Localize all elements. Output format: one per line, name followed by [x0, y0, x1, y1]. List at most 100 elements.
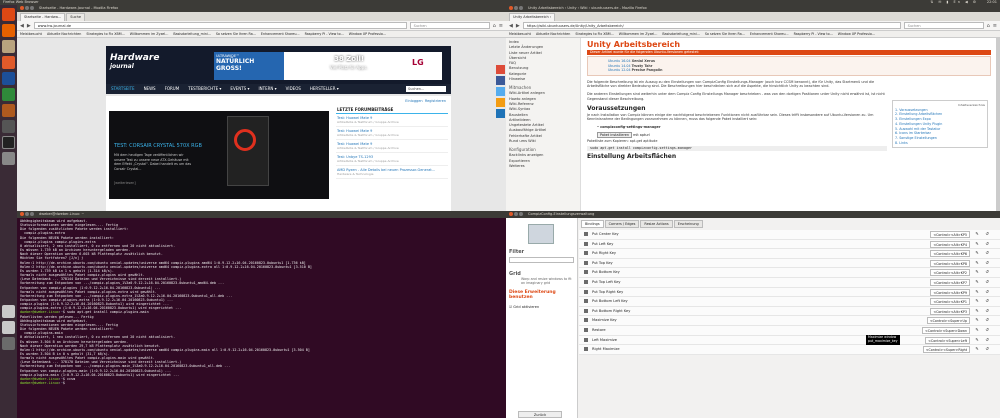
edit-icon[interactable]: ✎ — [974, 289, 980, 296]
edit-icon[interactable]: ✎ — [974, 241, 980, 248]
login-link[interactable]: Einloggen — [405, 99, 422, 103]
reset-icon[interactable]: ↺ — [984, 250, 990, 257]
keybinding-value-button[interactable]: <Control><Alt>KP6 — [930, 250, 970, 258]
bookmark-item[interactable]: Window XP Professio... — [349, 31, 386, 37]
libreoffice-calc-icon[interactable] — [2, 88, 15, 101]
keybinding-row[interactable]: Maximize Key <Control><Super>Up ✎ ↺ — [579, 316, 1000, 326]
install-package-button[interactable]: Paket installieren — [597, 131, 633, 138]
bookmark-item[interactable]: So setzen Sie Ihren Ra... — [216, 31, 256, 37]
bookmark-item[interactable]: Aktuelle Nachrichten — [536, 31, 570, 37]
drive-icon-2[interactable] — [2, 321, 15, 334]
edit-icon[interactable]: ✎ — [974, 317, 980, 324]
back-arrow-icon[interactable]: ◀ — [509, 23, 513, 29]
list-item[interactable]: Test: Huawei Mate 9 Artikelbote & Testfor… — [336, 140, 448, 153]
maximize-icon[interactable] — [30, 6, 34, 10]
keybinding-row[interactable]: Put Bottom Key <Control><Alt>KP2 ✎ ↺ — [579, 268, 1000, 278]
minimize-icon[interactable] — [514, 6, 518, 10]
page-scrollbar[interactable] — [996, 38, 1000, 211]
checkbox-icon[interactable]: ☑ — [509, 305, 512, 309]
left-window-titlebar[interactable]: Startseite - Hardware-Journal - Mozilla … — [17, 5, 506, 12]
keybinding-row[interactable]: Put Top Key <Control><Alt>KP8 ✎ ↺ — [579, 258, 1000, 269]
reset-icon[interactable]: ↺ — [984, 317, 990, 324]
keybinding-value-button[interactable]: <Control><Alt>KP1 — [930, 298, 970, 306]
bookmark-item[interactable]: Enhancement Shareu... — [261, 31, 300, 37]
right-window-titlebar[interactable]: Unity Arbeitsbereich › Unity › Wiki › ub… — [506, 5, 1000, 12]
edit-icon[interactable]: ✎ — [974, 279, 980, 286]
tab-appearance[interactable]: Erscheinung — [673, 220, 703, 228]
keybinding-row[interactable]: Left Maximize <Control><Super>Left ✎ ↺ — [579, 335, 1000, 346]
keybinding-row[interactable]: Put Top Left Key <Control><Alt>KP7 ✎ ↺ — [579, 277, 1000, 288]
back-arrow-icon[interactable]: ◀ — [20, 23, 24, 29]
sidebar-item[interactable]: Weiteres — [509, 164, 577, 169]
reset-icon[interactable]: ↺ — [984, 269, 990, 276]
google-plus-icon[interactable] — [496, 65, 505, 74]
bookmark-item[interactable]: So setzen Sie Ihren Ra... — [705, 31, 745, 37]
edit-icon[interactable]: ✎ — [974, 269, 980, 276]
close-icon[interactable] — [509, 6, 513, 10]
edit-icon[interactable]: ✎ — [974, 327, 980, 334]
keybinding-row[interactable]: Put Bottom Left Key <Control><Alt>KP1 ✎ ↺ — [579, 297, 1000, 307]
home-icon[interactable]: ⌂ — [987, 23, 990, 29]
close-icon[interactable] — [20, 6, 24, 10]
tab-suche[interactable]: Suche — [66, 13, 85, 21]
menu-events[interactable]: EVENTS ▾ — [230, 84, 249, 94]
terminal-icon[interactable] — [2, 136, 15, 149]
keybinding-value-button[interactable]: <Control><Alt>KP4 — [930, 240, 970, 248]
libreoffice-writer-icon[interactable] — [2, 72, 15, 85]
reset-icon[interactable]: ↺ — [984, 308, 990, 315]
trash-icon[interactable] — [2, 337, 15, 350]
facebook-icon[interactable] — [496, 76, 505, 85]
read-more-link[interactable]: [weiterlesen] — [114, 181, 136, 185]
tab-bindings[interactable]: Bindings — [581, 220, 604, 228]
menu-intern[interactable]: INTERN ▾ — [258, 84, 276, 94]
drive-icon[interactable] — [2, 305, 15, 318]
bookmark-item[interactable]: Enhancement Shareu... — [750, 31, 789, 37]
featured-article[interactable]: TEST: CORSAIR CRYSTAL 570X RGB Mit dem h… — [109, 111, 329, 199]
toc-item[interactable]: 8. Links — [895, 141, 985, 146]
menu-icon[interactable]: ≡ — [993, 23, 997, 29]
maximize-icon[interactable] — [519, 212, 523, 216]
forward-arrow-icon[interactable]: ▶ — [516, 23, 520, 29]
rss-icon[interactable] — [496, 98, 505, 107]
software-center-icon[interactable] — [2, 56, 15, 69]
register-link[interactable]: Registrieren — [425, 99, 446, 103]
firefox-icon[interactable] — [2, 24, 15, 37]
reset-icon[interactable]: ↺ — [984, 337, 990, 344]
tab-startseite[interactable]: Startseite - Hardwa... — [20, 13, 66, 21]
reset-icon[interactable]: ↺ — [984, 231, 990, 238]
keybinding-row[interactable]: Restore <Control><Super>Down ✎ ↺ — [579, 325, 1000, 336]
featured-title[interactable]: TEST: CORSAIR CRYSTAL 570X RGB — [114, 143, 202, 149]
close-icon[interactable] — [20, 212, 24, 216]
keybinding-row[interactable]: Put Center Key <Control><Alt>KP5 ✎ ↺ — [579, 230, 1000, 240]
bookmark-item[interactable]: Raspberry Pi - View to... — [305, 31, 344, 37]
site-logo[interactable]: Hardware journal — [110, 54, 159, 71]
ccsm-icon[interactable] — [2, 152, 15, 165]
bookmark-item[interactable]: Willkommen im Zyxel... — [619, 31, 658, 37]
bookmark-item[interactable]: Meistbesucht — [509, 31, 531, 37]
minimize-icon[interactable] — [25, 212, 29, 216]
tab-unity-arbeitsbereich[interactable]: Unity Arbeitsbereich › — [509, 13, 556, 21]
reset-icon[interactable]: ↺ — [984, 289, 990, 296]
search-input[interactable]: Suchen — [409, 22, 490, 29]
list-item[interactable]: Test: Huawei Mate 9 Artikelbote & Testfor… — [336, 127, 448, 140]
forward-arrow-icon[interactable]: ▶ — [27, 23, 31, 29]
filter-input[interactable] — [509, 257, 574, 263]
list-item[interactable]: Test: Unbye TS-1293 Artikelbote & Testfor… — [336, 153, 448, 166]
settings-icon[interactable] — [2, 120, 15, 133]
twitter-icon[interactable] — [496, 87, 505, 96]
maximize-icon[interactable] — [519, 6, 523, 10]
code-block[interactable]: sudo apt-get install compizconfig-settin… — [587, 146, 887, 152]
keybinding-row[interactable]: Right Maximize <Control><Super>Right ✎ ↺ — [579, 345, 1000, 355]
edit-icon[interactable]: ✎ — [974, 231, 980, 238]
reset-icon[interactable]: ↺ — [984, 298, 990, 305]
tab-corners-edges[interactable]: Corners / Edges — [604, 220, 640, 228]
keybinding-value-button[interactable]: <Control><Alt>KP8 — [930, 259, 970, 267]
bookmark-item[interactable]: Basisdarleitung_mini... — [662, 31, 699, 37]
edit-icon[interactable]: ✎ — [974, 298, 980, 305]
edit-icon[interactable]: ✎ — [974, 260, 980, 267]
edit-icon[interactable]: ✎ — [974, 346, 980, 353]
terminal-titlebar[interactable]: dweber@dweber-Linux: ~ — [17, 211, 506, 218]
keybinding-row[interactable]: Put Left Key <Control><Alt>KP4 ✎ ↺ — [579, 239, 1000, 250]
home-icon[interactable]: ⌂ — [493, 23, 496, 29]
close-icon[interactable] — [509, 212, 513, 216]
